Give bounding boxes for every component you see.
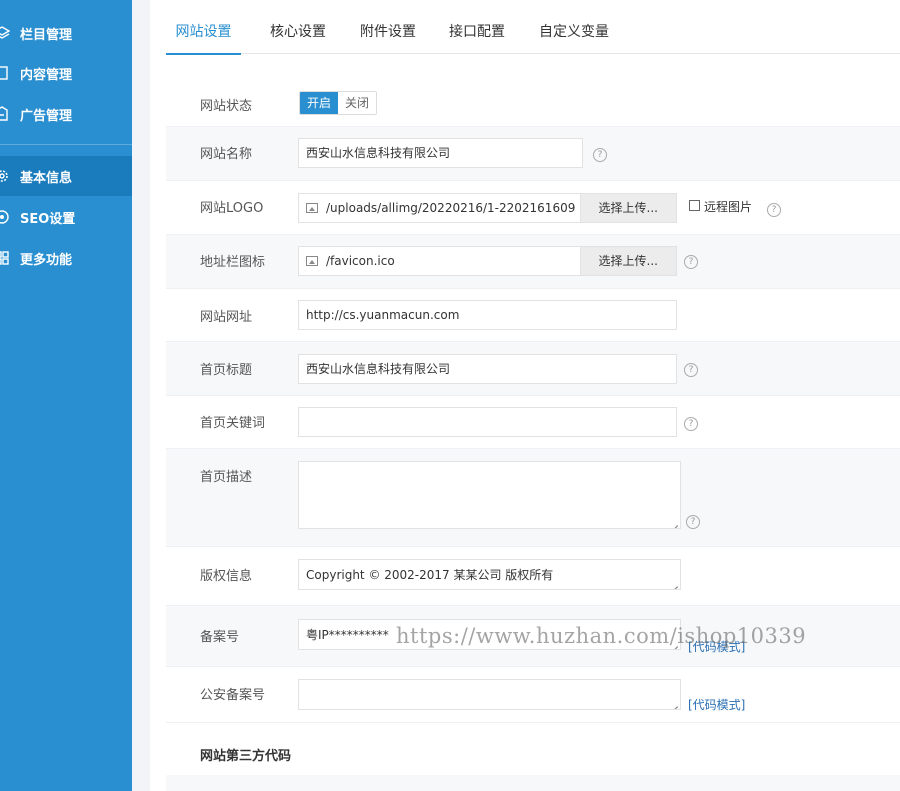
resize-handle-icon[interactable] [670, 639, 678, 647]
police-icp-textarea[interactable] [298, 679, 681, 710]
image-icon [306, 256, 318, 266]
home-keywords-label: 首页关键词 [200, 416, 266, 431]
sidebar-item-label: 栏目管理 [20, 28, 73, 43]
sidebar: 栏目管理 内容管理 广告管理 基本信息 SEO设置 更多功能 [0, 0, 132, 791]
remote-image-checkbox[interactable] [689, 200, 700, 211]
tab-bar: 网站设置 核心设置 附件设置 接口配置 自定义变量 [166, 0, 900, 55]
grid-icon [0, 251, 9, 265]
status-off-option[interactable]: 关闭 [338, 92, 377, 114]
resize-handle-icon[interactable] [670, 699, 678, 707]
sidebar-item-label: SEO设置 [20, 212, 76, 227]
layers-icon [0, 26, 10, 39]
tab-core-settings[interactable]: 核心设置 [270, 0, 326, 54]
site-logo-path: /uploads/allimg/20220216/1-2202161609 [326, 201, 576, 215]
third-party-code-heading: 网站第三方代码 [200, 749, 292, 764]
status-on-option[interactable]: 开启 [300, 92, 339, 114]
copyright-label: 版权信息 [200, 569, 253, 584]
home-description-textarea[interactable] [298, 461, 681, 529]
site-name-input[interactable]: 西安山水信息科技有限公司 [298, 138, 583, 168]
form-row-copyright: 版权信息 Copyright © 2002-2017 某某公司 版权所有 [166, 547, 900, 606]
icp-code-mode-link[interactable]: [代码模式] [688, 638, 745, 655]
help-icon[interactable]: ? [684, 255, 698, 269]
tab-api-config[interactable]: 接口配置 [449, 0, 505, 54]
tab-custom-variables[interactable]: 自定义变量 [539, 0, 609, 54]
help-icon[interactable]: ? [593, 148, 607, 162]
remote-image-label: 远程图片 [704, 200, 753, 214]
document-icon [0, 66, 8, 80]
help-icon[interactable]: ? [686, 515, 700, 529]
favicon-upload-button[interactable]: 选择上传... [579, 247, 676, 275]
site-url-input[interactable]: http://cs.yuanmacun.com [298, 300, 677, 330]
copyright-text: Copyright © 2002-2017 某某公司 版权所有 [306, 568, 554, 582]
sidebar-divider [0, 144, 132, 145]
tab-attachment-settings[interactable]: 附件设置 [360, 0, 416, 54]
site-logo-input[interactable]: /uploads/allimg/20220216/1-2202161609 选择… [298, 193, 677, 223]
form-row-police-icp: 公安备案号 [代码模式] [166, 667, 900, 723]
image-icon [306, 203, 318, 213]
form-row-home-keywords: 首页关键词 ? [166, 396, 900, 449]
icp-label: 备案号 [200, 630, 240, 645]
help-icon[interactable]: ? [684, 363, 698, 377]
sidebar-item-seo[interactable]: SEO设置 [0, 197, 132, 237]
layout-gap [132, 0, 150, 791]
police-icp-label: 公安备案号 [200, 688, 266, 703]
home-title-input[interactable]: 西安山水信息科技有限公司 [298, 354, 677, 384]
favicon-path: /favicon.ico [326, 254, 395, 268]
form-row-site-url: 网站网址 http://cs.yuanmacun.com [166, 289, 900, 342]
site-logo-label: 网站LOGO [200, 201, 264, 216]
sidebar-item-ad-management[interactable]: 广告管理 [0, 94, 132, 134]
sidebar-item-more[interactable]: 更多功能 [0, 238, 132, 278]
site-name-label: 网站名称 [200, 147, 253, 162]
gear-icon [0, 170, 8, 182]
ad-icon [0, 106, 8, 121]
form-row-home-title: 首页标题 西安山水信息科技有限公司 ? [166, 342, 900, 396]
form-row-home-description: 首页描述 ? [166, 449, 900, 547]
site-status-label: 网站状态 [200, 99, 253, 114]
sidebar-item-content-management[interactable]: 内容管理 [0, 53, 132, 93]
home-keywords-input[interactable] [298, 407, 677, 437]
site-url-label: 网站网址 [200, 310, 253, 325]
police-icp-code-mode-link[interactable]: [代码模式] [688, 696, 745, 713]
icp-textarea[interactable]: 粤IP********** [298, 619, 681, 650]
form-row-icp: 备案号 粤IP********** [代码模式] [166, 606, 900, 667]
site-status-toggle[interactable]: 开启 关闭 [299, 91, 378, 115]
sidebar-item-column-management[interactable]: 栏目管理 [0, 13, 132, 53]
home-description-label: 首页描述 [200, 470, 253, 485]
form-row-favicon: 地址栏图标 /favicon.ico 选择上传... ? [166, 235, 900, 289]
sidebar-item-basic-info[interactable]: 基本信息 [0, 156, 132, 196]
sidebar-item-label: 基本信息 [20, 171, 73, 186]
home-title-label: 首页标题 [200, 363, 253, 378]
form-row-site-logo: 网站LOGO /uploads/allimg/20220216/1-220216… [166, 181, 900, 235]
sidebar-item-label: 更多功能 [20, 253, 73, 268]
tab-site-settings[interactable]: 网站设置 [166, 0, 241, 55]
sidebar-item-label: 内容管理 [20, 68, 73, 83]
logo-upload-button[interactable]: 选择上传... [579, 194, 676, 222]
favicon-input[interactable]: /favicon.ico 选择上传... [298, 246, 677, 276]
resize-handle-icon[interactable] [670, 579, 678, 587]
help-icon[interactable]: ? [684, 417, 698, 431]
form-row-site-status: 网站状态 开启 关闭 [166, 74, 900, 127]
favicon-label: 地址栏图标 [200, 255, 266, 270]
resize-handle-icon[interactable] [670, 518, 678, 526]
help-icon[interactable]: ? [767, 203, 781, 217]
copyright-textarea[interactable]: Copyright © 2002-2017 某某公司 版权所有 [298, 559, 681, 590]
sidebar-item-label: 广告管理 [20, 109, 73, 124]
form-row-site-name: 网站名称 西安山水信息科技有限公司 ? [166, 127, 900, 181]
seo-icon [0, 210, 9, 224]
form-row-third-party-code [166, 775, 900, 791]
icp-text: 粤IP********** [306, 628, 389, 642]
settings-panel: 网站设置 核心设置 附件设置 接口配置 自定义变量 网站状态 开启 关闭 网站名… [150, 0, 900, 791]
